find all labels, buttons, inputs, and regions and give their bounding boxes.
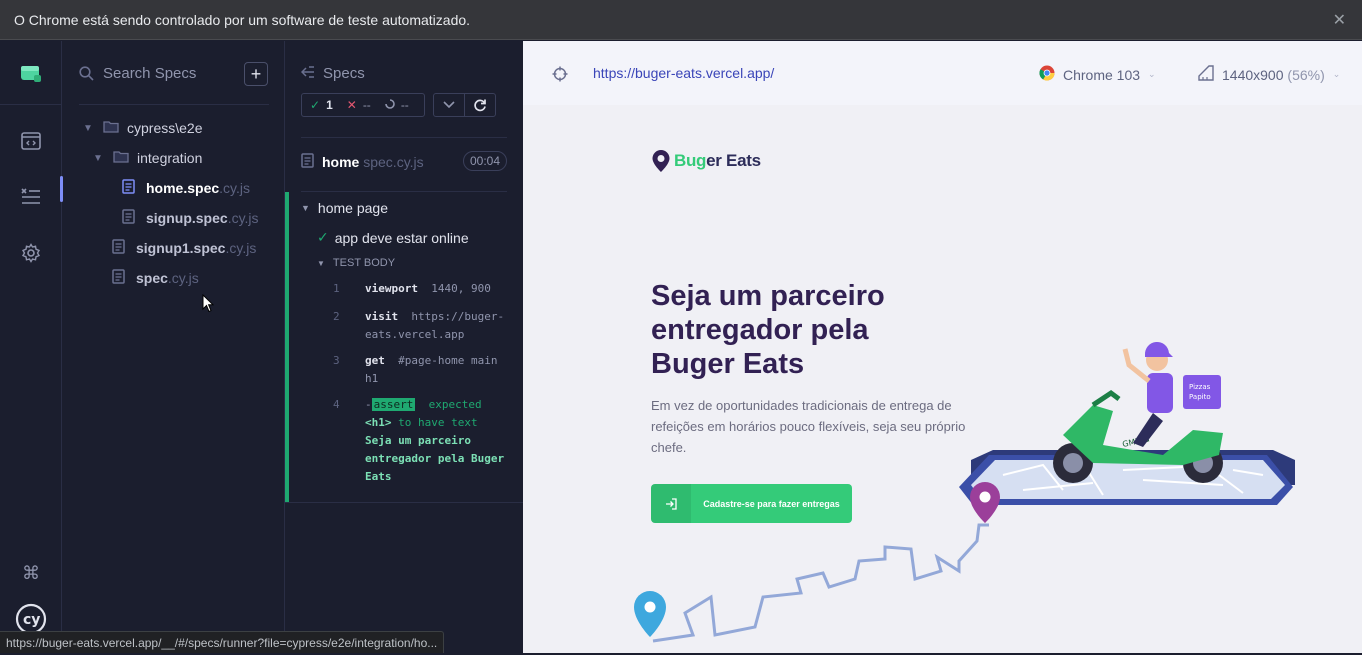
assert-badge: assert	[371, 398, 416, 411]
map-pin-icon	[652, 150, 670, 172]
rider-torso	[1147, 373, 1173, 413]
aut-header: https://buger-eats.vercel.app/ Chrome 10…	[523, 41, 1362, 105]
chevron-down-icon: ▼	[317, 258, 325, 268]
cypress-logo-icon[interactable]	[0, 53, 62, 93]
document-icon	[122, 209, 146, 227]
reporter-divider	[285, 502, 523, 503]
origin-pin-icon	[634, 591, 666, 637]
cypress-app: ⌘ cy Search Specs + ▼ cypress\e2e ▼ inte…	[0, 41, 1362, 653]
document-icon	[112, 239, 136, 257]
collapse-panel-icon	[300, 65, 315, 82]
reporter-divider	[301, 137, 507, 138]
infobar-message: O Chrome está sendo controlado por um so…	[14, 11, 471, 28]
rerun-button[interactable]	[465, 94, 495, 116]
spec-duration: 00:04	[462, 151, 507, 171]
folder-icon	[113, 150, 137, 166]
test-title: app deve estar online	[334, 229, 469, 246]
link-status-bar: https://buger-eats.vercel.app/__/#/specs…	[0, 631, 445, 653]
passed-count: 1	[326, 98, 333, 112]
buger-eats-page: Buger Eats Seja um parceiro entregador p…	[523, 105, 1362, 653]
test-stats: ✓ 1 ✕ -- --	[301, 93, 425, 117]
failed-x-icon: ✕	[346, 98, 357, 112]
folder-icon	[103, 120, 127, 136]
spec-name: home	[322, 154, 360, 170]
collapse-all-button[interactable]	[434, 94, 465, 116]
pizza-box-text-2: Papito	[1189, 393, 1211, 401]
map-screen	[971, 460, 1285, 499]
viewport-size: 1440x900	[1222, 66, 1284, 83]
running-spec: home spec.cy.js 00:04	[301, 151, 507, 171]
scooter-handle	[1091, 389, 1121, 408]
rail-divider	[0, 104, 62, 105]
passed-check-icon: ✓	[310, 98, 321, 112]
delivery-route	[652, 523, 989, 643]
document-icon	[112, 269, 136, 287]
ruler-icon	[1198, 65, 1214, 84]
settings-gear-icon[interactable]	[0, 233, 62, 273]
command-row[interactable]: 3 get #page-home main h1	[333, 352, 503, 388]
tree-folder-integration[interactable]: ▼ integration	[63, 143, 285, 173]
search-icon	[79, 66, 94, 86]
scooter-front-hub	[1063, 453, 1083, 473]
passed-check-icon: ✓	[317, 229, 329, 245]
suite-row[interactable]: ▼ home page	[301, 200, 388, 216]
test-block: ▼ home page ✓ app deve estar online ▼ TE…	[285, 192, 523, 502]
origin-pin-dot	[644, 601, 656, 613]
command-row[interactable]: 2 visit https://buger-eats.vercel.app	[333, 308, 504, 344]
delivery-illustration: GMinja Pizzas Papito	[634, 341, 1295, 643]
pending-circle-icon	[385, 98, 395, 112]
nav-rail: ⌘ cy	[0, 41, 63, 653]
search-divider	[79, 104, 269, 105]
document-icon	[122, 179, 146, 197]
suite-title: home page	[317, 200, 388, 216]
mouse-cursor-icon	[202, 293, 215, 318]
reporter-title: Specs	[323, 65, 365, 82]
viewport-scale: (56%)	[1287, 66, 1325, 83]
tree-file-spec[interactable]: spec .cy.js	[63, 263, 285, 293]
chevron-down-icon: ▼	[93, 152, 103, 164]
test-row[interactable]: ✓ app deve estar online	[317, 229, 469, 246]
selector-playground-icon[interactable]	[552, 66, 568, 87]
document-icon	[301, 153, 314, 171]
keyboard-shortcuts-icon[interactable]: ⌘	[0, 553, 62, 593]
specs-list-panel: Search Specs + ▼ cypress\e2e ▼ integrati…	[63, 41, 285, 653]
test-body-header[interactable]: ▼ TEST BODY	[317, 257, 395, 269]
chrome-icon	[1039, 65, 1055, 84]
close-icon[interactable]: ✕	[1333, 10, 1346, 30]
spec-ext: spec.cy.js	[359, 154, 424, 170]
command-row[interactable]: 1 viewport 1440, 900	[333, 280, 503, 298]
browser-name: Chrome 103	[1063, 66, 1141, 83]
specs-nav-icon[interactable]	[0, 121, 62, 161]
rider-cap	[1144, 341, 1173, 357]
chevron-down-icon: ▼	[301, 203, 310, 213]
pizza-box	[1183, 375, 1221, 409]
test-body-label: TEST BODY	[332, 257, 396, 269]
search-row: Search Specs +	[63, 41, 285, 105]
add-spec-button[interactable]: +	[244, 62, 268, 86]
chevron-down-icon: ▼	[83, 122, 93, 134]
buger-eats-logo[interactable]: Buger Eats	[651, 149, 761, 173]
command-row[interactable]: 4 - assert expected <h1> to have text Sej…	[333, 396, 504, 486]
search-specs-input[interactable]: Search Specs	[103, 65, 196, 82]
tree-file-signup-spec[interactable]: signup.spec .cy.js	[63, 203, 285, 233]
aut-url[interactable]: https://buger-eats.vercel.app/	[593, 65, 774, 81]
reporter-panel: Specs ✓ 1 ✕ -- -- home spec.cy.js 00:04 …	[285, 41, 523, 653]
pending-count: --	[400, 98, 409, 112]
failed-count: --	[362, 98, 371, 112]
pizza-box-text-1: Pizzas	[1189, 383, 1211, 391]
app-under-test: https://buger-eats.vercel.app/ Chrome 10…	[523, 41, 1362, 653]
destination-pin-dot	[979, 491, 991, 503]
reporter-controls	[433, 93, 496, 117]
automation-infobar: O Chrome está sendo controlado por um so…	[0, 0, 1362, 40]
tree-folder-cypress-e2e[interactable]: ▼ cypress\e2e	[63, 113, 285, 143]
svg-text:cy: cy	[23, 612, 40, 628]
runs-nav-icon[interactable]	[0, 176, 62, 216]
reporter-header[interactable]: Specs	[300, 65, 365, 82]
chevron-down-icon: ⌄	[1332, 69, 1341, 79]
chevron-down-icon: ⌄	[1148, 69, 1156, 79]
browser-selector[interactable]: Chrome 103 ⌄	[1039, 65, 1156, 84]
tree-file-signup1-spec[interactable]: signup1.spec .cy.js	[63, 233, 285, 263]
tree-file-home-spec[interactable]: home.spec .cy.js	[63, 173, 285, 203]
viewport-info[interactable]: 1440x900 (56%) ⌄	[1198, 65, 1340, 84]
